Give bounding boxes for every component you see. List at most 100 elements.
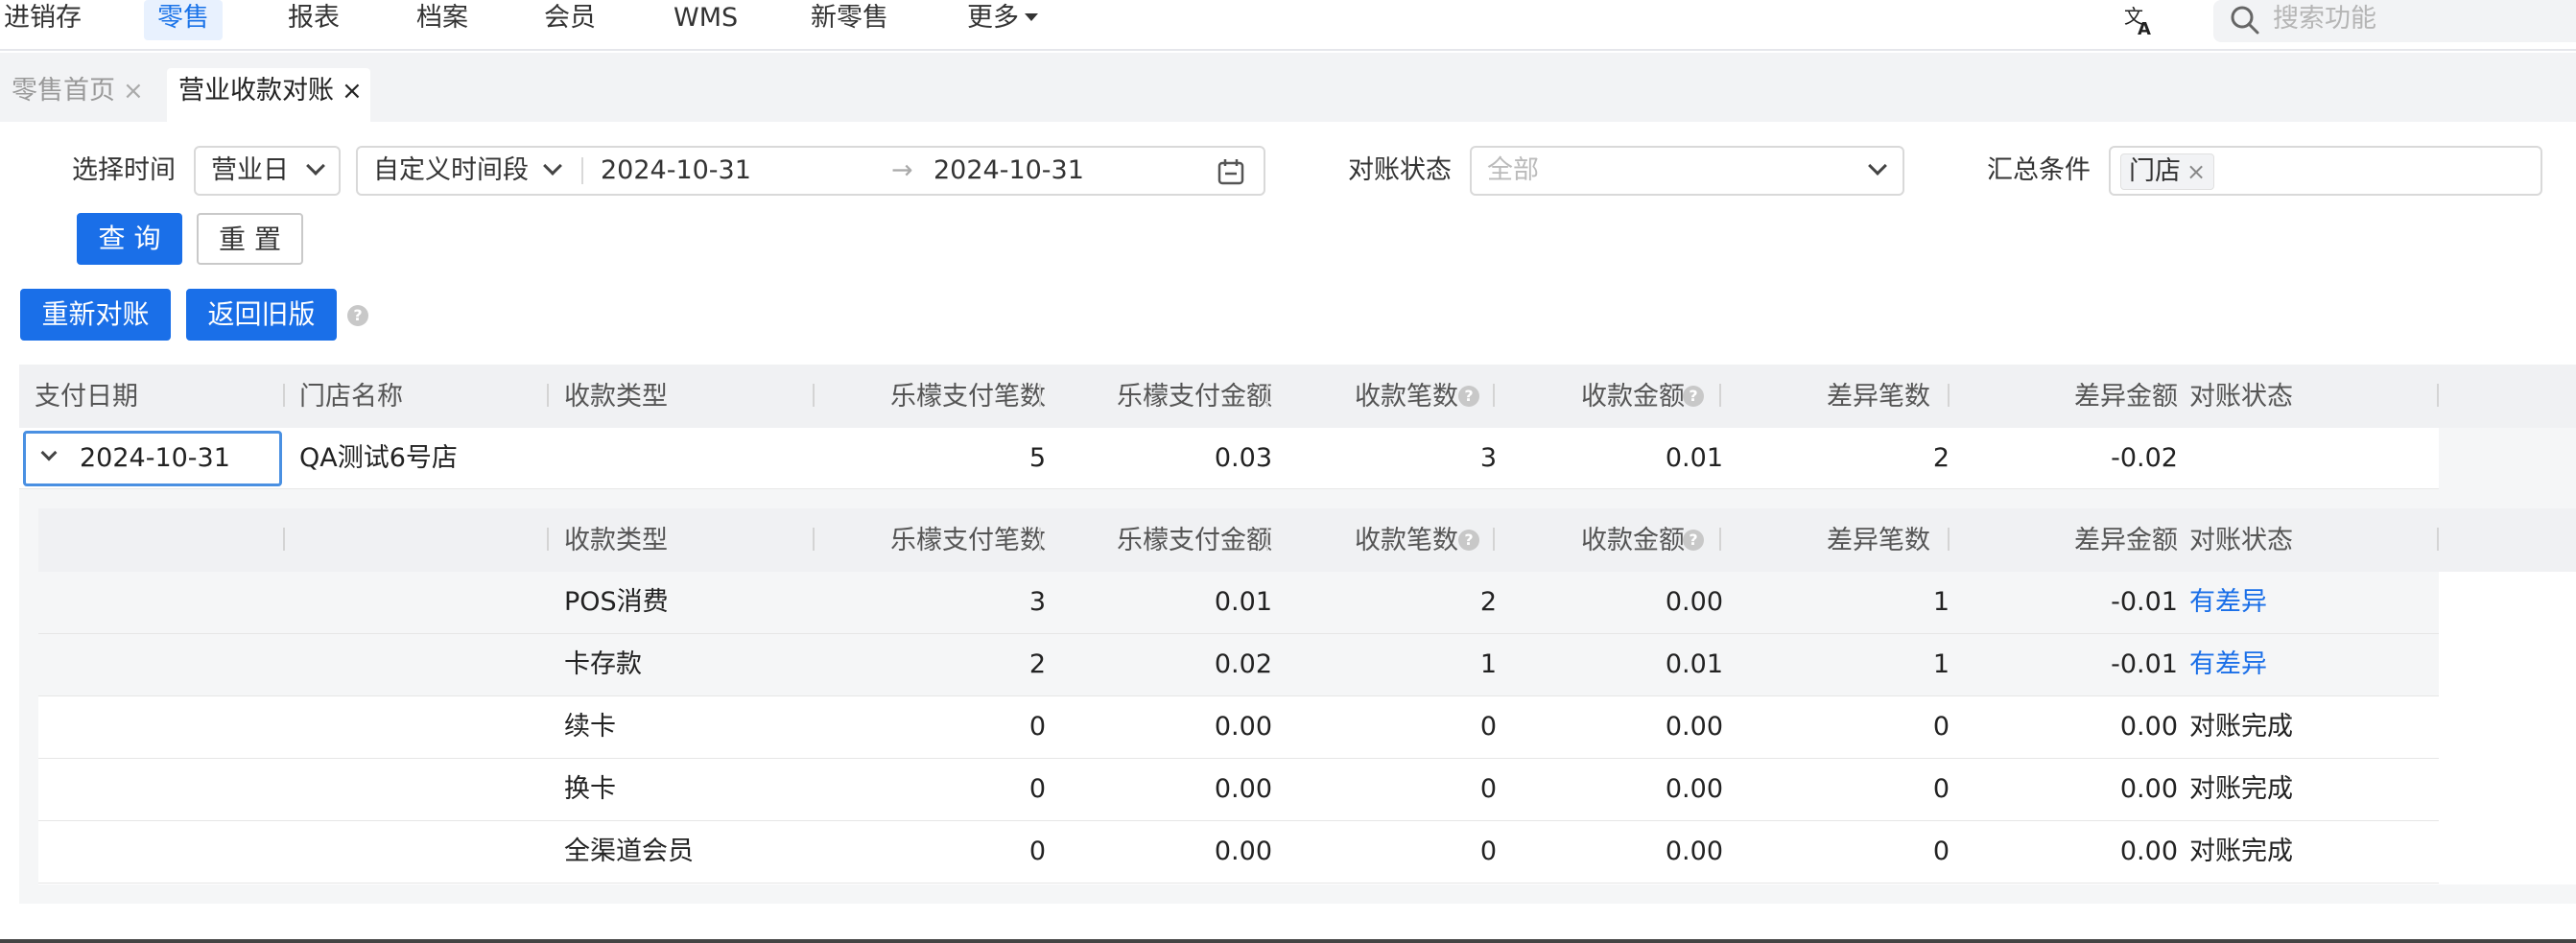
col-divider [1039, 384, 1041, 407]
table-row[interactable]: POS消费 3 0.01 2 0.00 1 -0.01 有差异 [38, 572, 2439, 634]
row-lm-amount: 0.02 [1214, 649, 1272, 679]
detail-table: 收款类型 乐檬支付笔数 乐檬支付金额 收款笔数 ? 收款金额 ? 差异笔数 差异… [38, 508, 2576, 884]
nav-item-archive[interactable]: 档案 [416, 0, 468, 40]
nav-item-more[interactable]: 更多 [967, 0, 1038, 40]
col-divider [2437, 384, 2439, 407]
nav-item-jxc[interactable]: 进销存 [4, 0, 82, 40]
detail-header: 收款类型 乐檬支付笔数 乐檬支付金额 收款笔数 ? 收款金额 ? 差异笔数 差异… [38, 508, 2576, 572]
close-icon[interactable]: × [342, 68, 363, 114]
row-count: 0 [1479, 712, 1497, 742]
col-divider [1948, 528, 1950, 551]
col-count: 收款笔数 [1355, 382, 1458, 412]
help-icon[interactable]: ? [1458, 530, 1479, 551]
row-count: 0 [1479, 837, 1497, 866]
col-status: 对账状态 [2189, 526, 2293, 555]
end-date[interactable]: 2024-10-31 [934, 148, 1084, 194]
tab-label: 营业收款对账 [178, 76, 334, 106]
col-diff-amount: 差异金额 [2074, 382, 2178, 412]
row-diff-count: 0 [1932, 712, 1950, 742]
col-lm-count: 乐檬支付笔数 [890, 382, 1046, 412]
close-icon[interactable]: × [2186, 158, 2206, 185]
status-link[interactable]: 有差异 [2189, 634, 2267, 695]
divider [581, 157, 583, 184]
nav-item-new-retail[interactable]: 新零售 [811, 0, 888, 40]
summary-label: 汇总条件 [1987, 155, 2091, 185]
expand-toggle[interactable]: 2024-10-31 [23, 431, 282, 486]
status-placeholder: 全部 [1487, 155, 1539, 185]
svg-text:A: A [2138, 19, 2151, 36]
help-icon[interactable]: ? [1683, 530, 1704, 551]
table-row[interactable]: 卡存款 2 0.02 1 0.01 1 -0.01 有差异 [38, 634, 2439, 696]
help-icon[interactable]: ? [1458, 386, 1479, 407]
col-divider [283, 384, 285, 407]
row-type: 换卡 [564, 774, 616, 804]
reset-button[interactable]: 重 置 [197, 213, 303, 265]
col-lm-amount: 乐檬支付金额 [1117, 382, 1272, 412]
translate-icon[interactable]: 文 A [2122, 2, 2157, 36]
row-lm-count: 2 [1028, 649, 1046, 679]
row-count: 3 [1479, 443, 1497, 473]
col-divider [547, 384, 549, 407]
nav-item-wms[interactable]: WMS [674, 0, 738, 40]
row-diff-count: 0 [1932, 837, 1950, 866]
col-lm-count: 乐檬支付笔数 [890, 526, 1046, 555]
close-icon[interactable]: × [123, 68, 144, 114]
query-button[interactable]: 查 询 [77, 213, 182, 265]
table-row[interactable]: 2024-10-31 QA测试6号店 5 0.03 3 0.01 2 -0.02 [19, 428, 2439, 489]
row-diff-amount: -0.01 [2111, 649, 2178, 679]
col-divider [1719, 384, 1721, 407]
caret-down-icon [1025, 13, 1038, 21]
back-old-version-button[interactable]: 返回旧版 [186, 289, 337, 341]
time-type-select[interactable]: 营业日 [194, 146, 341, 196]
row-status: 对账完成 [2189, 837, 2293, 866]
help-icon[interactable]: ? [1683, 386, 1704, 407]
col-diff-count: 差异笔数 [1827, 526, 1930, 555]
tab-bar: 零售首页 × 营业收款对账 × [0, 53, 2576, 122]
range-type-value[interactable]: 自定义时间段 [373, 148, 529, 194]
search-box[interactable] [2213, 0, 2576, 42]
col-divider [1039, 528, 1041, 551]
row-count: 2 [1479, 587, 1497, 617]
reconcile-button[interactable]: 重新对账 [20, 289, 171, 341]
date-range-picker[interactable]: 自定义时间段 2024-10-31 → 2024-10-31 [356, 146, 1265, 196]
col-diff-amount: 差异金额 [2074, 526, 2178, 555]
calendar-icon[interactable] [1217, 157, 1245, 186]
row-lm-count: 3 [1028, 587, 1046, 617]
row-diff-amount: 0.00 [2119, 837, 2178, 866]
col-divider [1493, 384, 1495, 407]
tab-reconciliation[interactable]: 营业收款对账 × [167, 68, 370, 122]
table-row[interactable]: 全渠道会员 0 0.00 0 0.00 0 0.00 对账完成 [38, 821, 2439, 884]
table-row[interactable]: 续卡 0 0.00 0 0.00 0 0.00 对账完成 [38, 696, 2439, 759]
col-divider [1266, 528, 1268, 551]
range-arrow-icon: → [891, 155, 913, 185]
row-type: POS消费 [564, 587, 669, 617]
status-select[interactable]: 全部 [1470, 146, 1904, 196]
help-icon[interactable]: ? [347, 305, 368, 326]
bottom-border [0, 939, 2576, 943]
start-date[interactable]: 2024-10-31 [601, 148, 751, 194]
row-amount: 0.00 [1665, 774, 1723, 804]
status-link[interactable]: 有差异 [2189, 572, 2267, 633]
nav-item-reports[interactable]: 报表 [288, 0, 340, 40]
row-diff-count: 2 [1932, 443, 1950, 473]
col-divider [1719, 528, 1721, 551]
row-status: 对账完成 [2189, 774, 2293, 804]
col-divider [547, 528, 549, 551]
tab-retail-home[interactable]: 零售首页 × [0, 68, 152, 122]
row-amount: 0.00 [1665, 712, 1723, 742]
col-amount: 收款金额 [1581, 526, 1685, 555]
table-row[interactable]: 换卡 0 0.00 0 0.00 0 0.00 对账完成 [38, 759, 2439, 821]
col-status: 对账状态 [2189, 382, 2293, 412]
row-lm-count: 5 [1028, 443, 1046, 473]
col-divider [813, 528, 815, 551]
row-diff-amount: -0.02 [2111, 443, 2178, 473]
row-lm-count: 0 [1028, 774, 1046, 804]
nav-item-member[interactable]: 会员 [544, 0, 596, 40]
col-divider [1948, 384, 1950, 407]
search-input[interactable] [2273, 2, 2561, 35]
reconciliation-table: 支付日期 门店名称 收款类型 乐檬支付笔数 乐檬支付金额 收款笔数 ? 收款金额… [19, 365, 2576, 904]
summary-select[interactable]: 门店 × [2109, 146, 2542, 196]
nav-item-retail[interactable]: 零售 [144, 0, 223, 40]
row-diff-amount: 0.00 [2119, 774, 2178, 804]
col-count: 收款笔数 [1355, 526, 1458, 555]
